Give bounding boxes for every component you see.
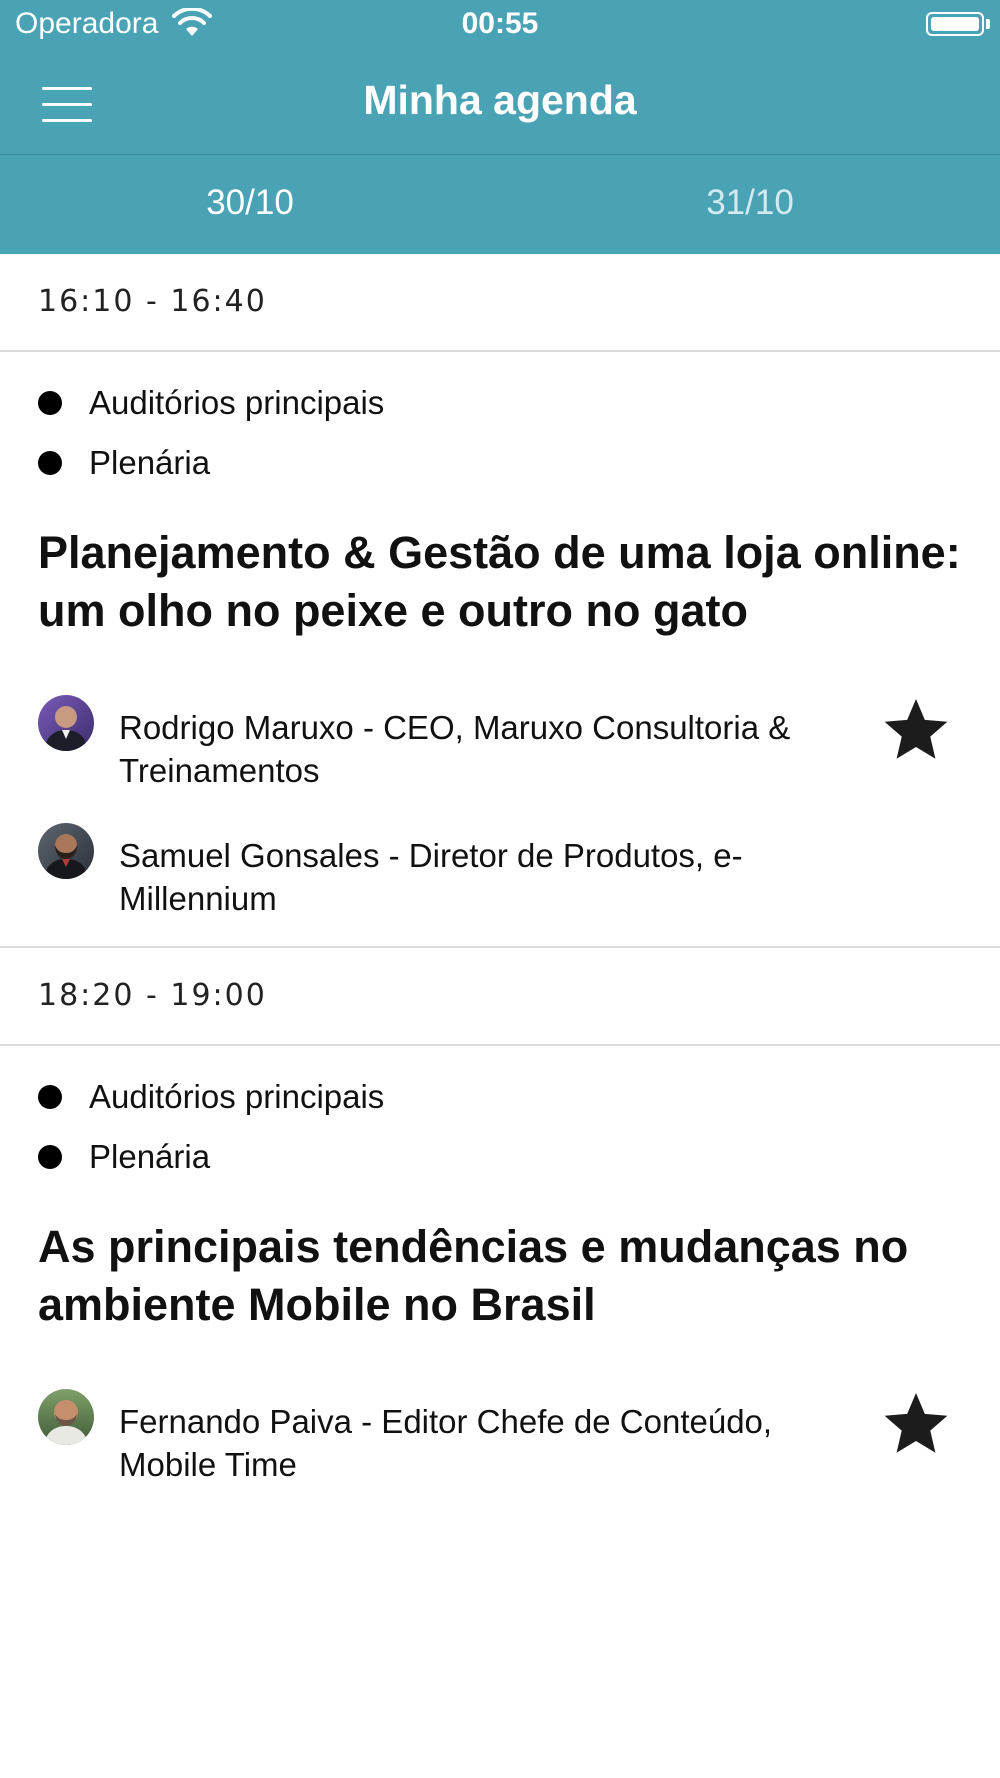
time-slot-label: 16:10 - 16:40 <box>38 284 267 319</box>
app-header: Operadora 00:55 Minha agenda 30/10 31/10 <box>0 0 1000 254</box>
tab-31-10[interactable]: 31/10 <box>500 155 1000 254</box>
speaker-name: Rodrigo Maruxo - CEO, Maruxo Consultoria… <box>119 709 791 789</box>
avatar <box>38 1389 94 1445</box>
session-title[interactable]: As principais tendências e mudanças no a… <box>0 1218 1000 1334</box>
battery-icon <box>926 12 984 36</box>
battery-cap <box>986 19 990 29</box>
session-tag-label: Plenária <box>89 444 211 481</box>
speaker-row[interactable]: Samuel Gonsales - Diretor de Produtos, e… <box>0 823 1000 951</box>
speaker-name: Samuel Gonsales - Diretor de Produtos, e… <box>119 837 743 917</box>
tab-30-10[interactable]: 30/10 <box>0 155 500 254</box>
session-tag: Plenária <box>0 1126 1000 1186</box>
session-title[interactable]: Planejamento & Gestão de uma loja online… <box>0 524 1000 640</box>
bullet-dot-icon <box>38 391 62 415</box>
bullet-dot-icon <box>38 1085 62 1109</box>
bullet-dot-icon <box>38 1145 62 1169</box>
session-tag-label: Auditórios principais <box>89 1078 385 1115</box>
time-slot-header: 16:10 - 16:40 <box>0 254 1000 352</box>
date-tabs: 30/10 31/10 <box>0 155 1000 254</box>
bullet-dot-icon <box>38 451 62 475</box>
session-card[interactable]: Auditórios principais Plenária Planejame… <box>0 352 1000 948</box>
session-tag: Auditórios principais <box>0 372 1000 432</box>
star-icon[interactable] <box>880 693 952 765</box>
status-bar: Operadora 00:55 <box>0 0 1000 50</box>
session-tag-label: Auditórios principais <box>89 384 385 421</box>
time-slot-label: 18:20 - 19:00 <box>38 978 267 1013</box>
session-tag: Plenária <box>0 432 1000 492</box>
speaker-row[interactable]: Rodrigo Maruxo - CEO, Maruxo Consultoria… <box>0 695 1000 823</box>
avatar <box>38 823 94 879</box>
star-icon[interactable] <box>880 1387 952 1459</box>
page-title: Minha agenda <box>363 77 637 123</box>
speaker-name: Fernando Paiva - Editor Chefe de Conteúd… <box>119 1403 773 1483</box>
navigation-bar: Minha agenda <box>0 50 1000 154</box>
session-tag-label: Plenária <box>89 1138 211 1175</box>
time-slot-header: 18:20 - 19:00 <box>0 948 1000 1046</box>
avatar <box>38 695 94 751</box>
speaker-row[interactable]: Fernando Paiva - Editor Chefe de Conteúd… <box>0 1389 1000 1517</box>
agenda-list: 16:10 - 16:40 Auditórios principais Plen… <box>0 254 1000 1517</box>
session-card[interactable]: Auditórios principais Plenária As princi… <box>0 1046 1000 1517</box>
status-time: 00:55 <box>461 7 539 40</box>
session-tag: Auditórios principais <box>0 1066 1000 1126</box>
